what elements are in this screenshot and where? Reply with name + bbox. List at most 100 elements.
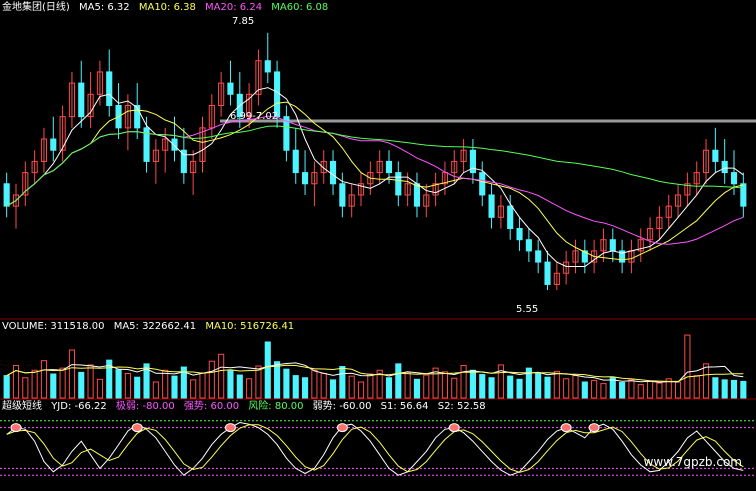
volume-bar (199, 372, 206, 399)
volume-bar (591, 379, 598, 399)
volume-bar (40, 360, 48, 399)
volume-bar (423, 374, 430, 399)
volume-bar (171, 375, 178, 399)
candle-body (106, 71, 113, 106)
volume-bar (190, 379, 197, 399)
ma5-label: MA5: 6.32 (79, 2, 130, 13)
volume-bar (255, 365, 262, 399)
volume-bar (134, 376, 141, 399)
stock-title: 金地集团(日线) (2, 2, 70, 13)
volume-bar (124, 372, 131, 399)
volume-bar (600, 383, 607, 399)
yjd-label: YJD: -66.22 (51, 401, 107, 412)
volume-bar (619, 382, 626, 399)
volume-bar (581, 381, 588, 399)
candle-body (544, 261, 551, 285)
price-legend: 金地集团(日线) MA5: 6.32 MA10: 6.38 MA20: 6.24… (2, 2, 334, 14)
chart-stage: 7.85 6.99-7.02 5.55 金地集团(日线) MA5: 6.32 M… (0, 0, 756, 487)
volume-label: VOLUME: 311518.00 (2, 321, 105, 332)
volume-bar (637, 384, 644, 399)
watermark: www.7gpzb.com (643, 455, 742, 469)
volume-bar (702, 363, 710, 399)
chart-canvas: 7.85 6.99-7.02 5.55 (0, 16, 756, 476)
ma10-label: MA10: 6.38 (138, 2, 196, 13)
volume-bar (385, 377, 393, 399)
candle-body (274, 71, 281, 118)
volume-bar (572, 375, 579, 399)
volume-bar (656, 382, 663, 399)
high-annotation: 7.85 (232, 16, 254, 27)
volume-bar (674, 381, 682, 399)
volume-bar (404, 371, 411, 399)
volume-legend: VOLUME: 311518.00 MA5: 322662.41 MA10: 5… (2, 321, 300, 333)
candle-body (740, 183, 747, 207)
mid-annotation: 6.99-7.02 (230, 111, 278, 122)
volume-bar (87, 364, 94, 399)
candle-body (339, 183, 346, 207)
ma20-line (6, 115, 744, 245)
candle-body (535, 250, 542, 263)
low-annotation: 5.55 (516, 304, 538, 315)
candle-body (525, 239, 532, 252)
signal-marker (560, 423, 572, 433)
volume-bar (395, 363, 402, 399)
ma60-line (6, 125, 744, 207)
volume-bar (367, 373, 374, 399)
volume-bar (68, 349, 76, 399)
volume-bar (246, 378, 253, 399)
signal-marker (10, 423, 22, 433)
candle-body (134, 104, 141, 129)
volume-bar (59, 367, 66, 399)
ma20-label: MA20: 6.24 (205, 2, 263, 13)
candle-body (329, 160, 337, 185)
candle-body (50, 138, 57, 151)
volume-bar (647, 380, 654, 399)
volume-bar (208, 360, 215, 399)
volume-bar (3, 375, 10, 399)
volume-bar (721, 379, 728, 399)
volume-bar (544, 376, 551, 399)
volume-bar (441, 371, 449, 399)
volume-bar (357, 381, 365, 399)
volume-bar (348, 375, 355, 399)
volume-bar (488, 377, 495, 399)
volume-bar (301, 377, 309, 399)
signal-marker (224, 423, 236, 433)
volume-bar (740, 380, 747, 399)
volume-bar (535, 372, 542, 399)
volume-bar (507, 375, 514, 399)
volume-bar (311, 369, 318, 399)
volume-bar (115, 369, 122, 399)
signal-marker (588, 423, 600, 433)
volume-bar (31, 369, 38, 399)
volume-bar (329, 379, 337, 399)
volume-bar (162, 369, 169, 399)
ma60-label: MA60: 6.08 (271, 2, 329, 13)
volume-bar (283, 368, 290, 399)
candle-body (292, 149, 299, 174)
volume-bar (96, 378, 103, 399)
volume-bar (218, 353, 225, 399)
volume-bar (712, 377, 719, 399)
volume-bar (78, 371, 85, 399)
volume-bar (292, 375, 299, 399)
indicator-legend: 超级短线 YJD: -66.22 极弱: -80.00 强势: 60.00 风险… (2, 401, 492, 413)
volume-bar (320, 372, 327, 399)
candle-body (227, 82, 234, 95)
candle-body (516, 228, 523, 241)
volume-bar (730, 379, 738, 399)
candle-body (721, 160, 728, 174)
volume-bar (22, 377, 29, 399)
signal-marker (448, 423, 460, 433)
volume-bar (236, 374, 243, 399)
candle-body (301, 172, 309, 185)
candle-body (3, 183, 10, 207)
indicator-name: 超级短线 (2, 401, 42, 412)
volume-bar (227, 370, 234, 399)
jiruo-label: 极弱: -80.00 (115, 401, 175, 412)
volume-bar (684, 334, 691, 399)
fengxian-label: 风险: 80.00 (248, 401, 304, 412)
volume-ma5-label: MA5: 322662.41 (113, 321, 197, 332)
volume-bar (413, 378, 421, 399)
candle-body (730, 172, 738, 185)
